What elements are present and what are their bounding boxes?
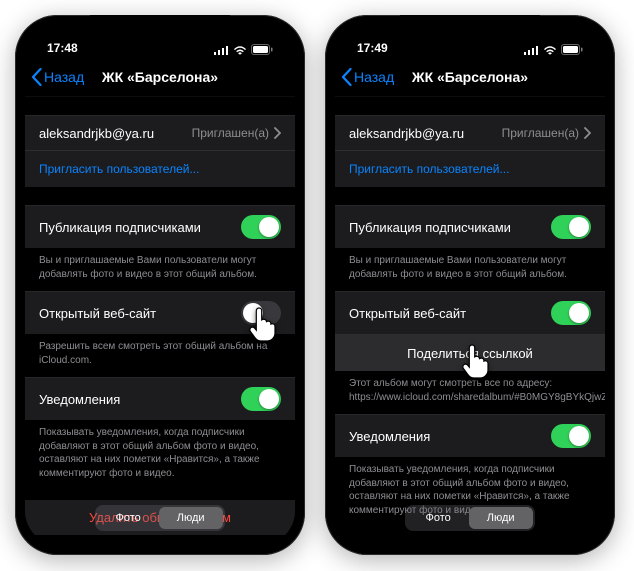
notifications-toggle[interactable] [241,387,281,411]
tab-photo[interactable]: Фото [97,507,158,529]
cellular-signal-icon [214,45,229,55]
website-row: Открытый веб-сайт [25,291,295,334]
invite-label: Пригласить пользователей... [349,162,509,176]
back-label: Назад [354,69,394,85]
settings-list: aleksandrjkb@ya.ru Приглашен(а) Пригласи… [335,97,605,545]
notifications-toggle[interactable] [551,424,591,448]
battery-icon [251,44,273,55]
back-button[interactable]: Назад [341,68,394,86]
notifications-row: Уведомления [335,414,605,457]
website-label: Открытый веб-сайт [39,306,156,321]
device-frame: 17:49 Назад ЖК «Барселона» aleksandrjkb@… [325,15,615,555]
bottom-bar: Фото Люди [335,505,605,531]
publishing-label: Публикация подписчиками [39,220,201,235]
website-row: Открытый веб-сайт [335,291,605,335]
publishing-footer: Вы и приглашаемые Вами пользователи могу… [25,248,295,291]
screen: 17:49 Назад ЖК «Барселона» aleksandrjkb@… [335,25,605,545]
publishing-row: Публикация подписчиками [335,205,605,248]
device-frame: 17:48 Назад ЖК «Барселона» aleksandrjkb@… [15,15,305,555]
website-footer: Разрешить всем смотреть этот общий альбо… [25,334,295,377]
cellular-signal-icon [524,45,539,55]
share-link-button[interactable]: Поделиться ссылкой [335,335,605,371]
bottom-bar: Фото Люди [25,505,295,531]
nav-bar: Назад ЖК «Барселона» [335,57,605,97]
invite-row[interactable]: Пригласить пользователей... [335,151,605,187]
invite-label: Пригласить пользователей... [39,162,199,176]
website-footer: Этот альбом могут смотреть все по адресу… [335,371,605,414]
chevron-right-icon [584,127,591,139]
status-bar: 17:48 [25,25,295,57]
back-button[interactable]: Назад [31,68,84,86]
status-icons [524,44,583,55]
status-time: 17:48 [47,41,78,55]
tab-people[interactable]: Люди [159,507,223,529]
publishing-toggle[interactable] [241,215,281,239]
notifications-label: Уведомления [39,392,120,407]
status-bar: 17:49 [335,25,605,57]
notifications-footer: Показывать уведомления, когда подписчики… [25,420,295,490]
chevron-right-icon [274,127,281,139]
publishing-row: Публикация подписчиками [25,205,295,248]
chevron-left-icon [31,68,42,86]
settings-list: aleksandrjkb@ya.ru Приглашен(а) Пригласи… [25,97,295,545]
website-toggle[interactable] [241,301,281,325]
subscriber-status: Приглашен(а) [192,126,269,140]
battery-icon [561,44,583,55]
website-footer-text: Этот альбом могут смотреть все по адресу… [349,378,552,389]
subscriber-row[interactable]: aleksandrjkb@ya.ru Приглашен(а) [335,115,605,151]
subscriber-email: aleksandrjkb@ya.ru [39,126,154,141]
subscriber-email: aleksandrjkb@ya.ru [349,126,464,141]
nav-bar: Назад ЖК «Барселона» [25,57,295,97]
status-icons [214,44,273,55]
wifi-icon [233,45,247,55]
back-label: Назад [44,69,84,85]
segmented-control: Фото Люди [405,505,534,531]
chevron-left-icon [341,68,352,86]
status-time: 17:49 [357,41,388,55]
notifications-label: Уведомления [349,429,430,444]
segmented-control: Фото Люди [95,505,224,531]
subscriber-status: Приглашен(а) [502,126,579,140]
subscriber-row[interactable]: aleksandrjkb@ya.ru Приглашен(а) [25,115,295,151]
website-toggle[interactable] [551,301,591,325]
publishing-toggle[interactable] [551,215,591,239]
tab-photo[interactable]: Фото [407,507,468,529]
website-label: Открытый веб-сайт [349,306,466,321]
website-url: https://www.icloud.com/sharedalbum/#B0MG… [349,392,605,403]
notifications-row: Уведомления [25,377,295,420]
publishing-label: Публикация подписчиками [349,220,511,235]
share-link-label: Поделиться ссылкой [349,346,591,361]
tab-people[interactable]: Люди [469,507,533,529]
screen: 17:48 Назад ЖК «Барселона» aleksandrjkb@… [25,25,295,545]
publishing-footer: Вы и приглашаемые Вами пользователи могу… [335,248,605,291]
wifi-icon [543,45,557,55]
invite-row[interactable]: Пригласить пользователей... [25,151,295,187]
